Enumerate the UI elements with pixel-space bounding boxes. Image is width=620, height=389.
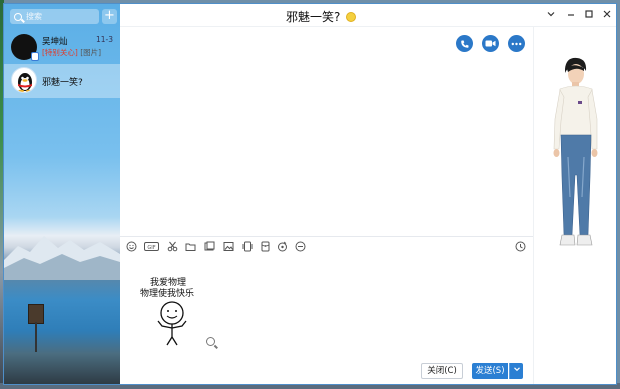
svg-text:GIF: GIF <box>147 245 155 251</box>
title-bar: 邪魅一笑? <box>120 4 616 27</box>
contact-item[interactable]: 吴坤灿 11-3 [特别关心] [图片] <box>4 31 120 64</box>
video-icon <box>485 40 496 47</box>
contact-name: 邪魅一笑? <box>42 78 83 88</box>
screen-share-icon[interactable] <box>242 241 253 252</box>
contact-item-selected[interactable]: 邪魅一笑? <box>4 64 120 98</box>
contact-name: 吴坤灿 <box>42 37 68 47</box>
stick-figure-drawing <box>157 301 187 346</box>
mountain-backdrop <box>4 236 120 280</box>
friend-avatar-panel <box>533 27 616 384</box>
sun-badge-icon <box>346 11 357 22</box>
mobile-online-icon <box>31 52 39 61</box>
send-options-button[interactable] <box>509 363 523 379</box>
sticker-image: 我爱物理 物理使我快乐 <box>138 271 198 351</box>
special-care-tag: [特别关心] <box>42 48 78 57</box>
gif-icon[interactable]: GIF <box>144 241 159 252</box>
zoom-icon[interactable] <box>206 337 215 346</box>
character-avatar-figure <box>553 57 598 246</box>
search-input[interactable] <box>26 12 86 21</box>
red-packet-icon[interactable] <box>260 241 271 252</box>
search-icon <box>14 12 22 21</box>
emoji-icon[interactable] <box>126 241 137 252</box>
maximize-icon[interactable] <box>583 9 595 21</box>
close-button[interactable]: 关闭(C) <box>421 363 463 379</box>
close-icon[interactable] <box>601 9 613 21</box>
phone-icon <box>460 40 468 48</box>
sign-post <box>35 322 37 352</box>
folder-icon[interactable] <box>185 241 196 252</box>
more-icon <box>511 42 522 45</box>
minimize-icon[interactable] <box>565 9 577 21</box>
voice-call-button[interactable] <box>456 35 473 52</box>
compose-toolbar: GIF <box>120 236 533 255</box>
compose-area[interactable]: 我爱物理 物理使我快乐 关闭(C) 发送(S) <box>120 255 533 384</box>
search-field[interactable] <box>10 9 99 24</box>
penguin-icon <box>18 73 32 92</box>
chevron-down-icon <box>513 367 520 372</box>
chat-window: + 吴坤灿 11-3 [特别关心] [图片] <box>4 4 616 384</box>
music-icon[interactable] <box>277 241 288 252</box>
plus-icon: + <box>104 8 115 23</box>
last-message: [图片] <box>80 48 102 57</box>
send-button[interactable]: 发送(S) <box>472 363 508 379</box>
chevron-down-icon[interactable] <box>545 9 557 21</box>
contact-sidebar: + 吴坤灿 11-3 [特别关心] [图片] <box>4 4 120 384</box>
avatar <box>11 67 37 93</box>
contact-preview: [特别关心] [图片] <box>42 47 101 58</box>
roadside-sign <box>28 304 44 324</box>
history-icon[interactable] <box>515 241 526 252</box>
more-icon[interactable] <box>295 241 306 252</box>
add-button[interactable]: + <box>102 9 117 24</box>
avatar <box>11 34 39 61</box>
chat-title-text: 邪魅一笑? <box>286 10 341 24</box>
more-options-button[interactable] <box>508 35 525 52</box>
video-call-button[interactable] <box>482 35 499 52</box>
message-area[interactable] <box>120 27 533 236</box>
sticker-text-line2: 物理使我快乐 <box>140 289 195 299</box>
scissors-icon[interactable] <box>167 241 178 252</box>
image-icon[interactable] <box>223 241 234 252</box>
contact-time: 11-3 <box>96 35 114 44</box>
chat-title: 邪魅一笑? <box>286 8 357 25</box>
photo-album-icon[interactable] <box>204 241 215 252</box>
